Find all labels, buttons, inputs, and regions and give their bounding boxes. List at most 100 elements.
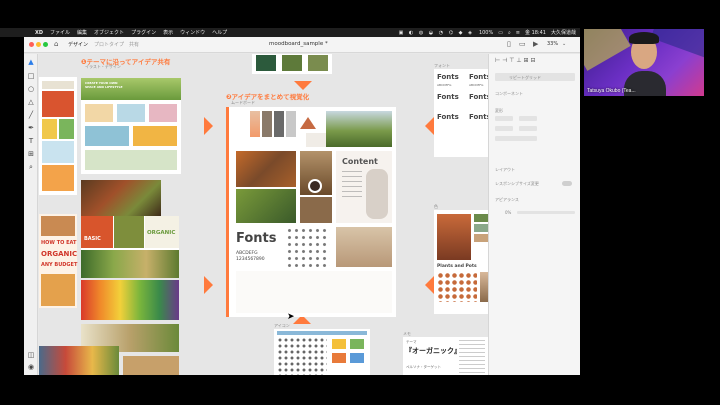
line-tool-icon[interactable]: ╱ bbox=[27, 111, 35, 119]
image-block bbox=[42, 165, 74, 191]
color-swatch bbox=[286, 111, 296, 137]
icon-sample bbox=[332, 339, 346, 349]
battery-level: 100% bbox=[478, 29, 494, 36]
zoom-tool-icon[interactable]: ⌕ bbox=[27, 163, 35, 171]
assets-icon[interactable]: ◉ bbox=[27, 363, 35, 371]
zoom-chevron-icon[interactable]: ⌄ bbox=[562, 41, 566, 47]
height-field[interactable] bbox=[519, 116, 537, 121]
artboard-logos[interactable] bbox=[252, 54, 332, 74]
responsive-resize-label: レスポンシブサイズ変更 bbox=[495, 181, 539, 186]
play-icon[interactable]: ▶ bbox=[533, 40, 538, 48]
slogan-text: CREATE YOUR OWN SPACE AND LIFESTYLE bbox=[85, 81, 123, 89]
content-card: Content bbox=[336, 151, 392, 223]
battery-icon: ▭ bbox=[498, 29, 503, 36]
logo-thumb bbox=[256, 55, 276, 71]
photo-seeds bbox=[300, 197, 332, 223]
fonts-sample: Fonts bbox=[469, 93, 488, 101]
rectangle-tool-icon[interactable]: □ bbox=[27, 72, 35, 80]
menu-edit[interactable]: 編集 bbox=[77, 29, 87, 36]
menu-app-name[interactable]: XD bbox=[35, 30, 43, 36]
document-title[interactable]: moodboard_sample * bbox=[269, 41, 328, 47]
photo-rainbow-vegetables[interactable] bbox=[81, 280, 179, 320]
menu-file[interactable]: ファイル bbox=[50, 29, 70, 36]
fonts-sub: ABCDEFG bbox=[437, 83, 452, 87]
photo-vegetables[interactable] bbox=[81, 180, 161, 216]
image-block bbox=[85, 126, 129, 146]
select-tool-icon[interactable]: ▲ bbox=[27, 58, 35, 66]
opacity-slider[interactable] bbox=[517, 211, 575, 214]
photo-produce[interactable] bbox=[123, 356, 179, 375]
image-block bbox=[149, 104, 177, 122]
zoom-level[interactable]: 33% bbox=[547, 41, 558, 47]
poster-how-to: HOW TO EAT bbox=[41, 240, 77, 246]
collage-basic: BASIC bbox=[84, 236, 101, 242]
artboard-infographic-1[interactable] bbox=[39, 77, 77, 195]
property-inspector: ⊢ ⊣ ⊤ ⊥ ⊞ ⊟ リピートグリッド コンポーネント 変形 レイアウト レス… bbox=[488, 54, 580, 375]
artboard-collage[interactable]: BASIC ORGANIC bbox=[81, 216, 179, 278]
content-title: Content bbox=[342, 157, 378, 166]
minimize-button[interactable] bbox=[36, 42, 41, 47]
photo-texture bbox=[336, 227, 392, 267]
artboard-tool-icon[interactable]: ⊞ bbox=[27, 150, 35, 158]
poster-organic: ORGANIC bbox=[41, 250, 78, 258]
opacity-value[interactable]: 0% bbox=[505, 210, 511, 215]
zoom-button[interactable] bbox=[43, 42, 48, 47]
pen-tool-icon[interactable]: ✒ bbox=[27, 124, 35, 132]
menu-object[interactable]: オブジェクト bbox=[94, 29, 124, 36]
responsive-resize-toggle[interactable] bbox=[562, 181, 572, 186]
polygon-tool-icon[interactable]: △ bbox=[27, 98, 35, 106]
artboard-moodboard[interactable]: Content Fonts ABCDEFG 1234567890 bbox=[226, 107, 396, 317]
fonts-sample: Fonts bbox=[437, 113, 459, 121]
photo-plant bbox=[437, 214, 471, 260]
desktop-preview-icon[interactable]: ▭ bbox=[519, 40, 526, 48]
photo-basket[interactable] bbox=[39, 346, 119, 375]
design-canvas[interactable]: イラスト・デザイン ❶テーマに沿ってアイデア共有 CREATE YOUR OWN… bbox=[39, 54, 488, 375]
mobile-preview-icon[interactable]: ▯ bbox=[507, 40, 511, 48]
rotation-field[interactable] bbox=[495, 136, 537, 141]
tab-prototype[interactable]: プロトタイプ bbox=[94, 41, 124, 48]
ellipse-tool-icon[interactable]: ○ bbox=[27, 85, 35, 93]
artboard-infographic-2[interactable]: CREATE YOUR OWN SPACE AND LIFESTYLE bbox=[81, 78, 181, 174]
color-swatch bbox=[274, 111, 284, 137]
x-field[interactable] bbox=[495, 126, 513, 131]
align-icons[interactable]: ⊢ ⊣ ⊤ ⊥ ⊞ ⊟ bbox=[495, 57, 536, 64]
color-board-title: Plants and Pots bbox=[437, 264, 477, 269]
menu-view[interactable]: 表示 bbox=[163, 29, 173, 36]
arrow-left bbox=[425, 117, 434, 135]
artboard-color[interactable]: Plants and Pots bbox=[434, 210, 488, 314]
home-icon[interactable]: ⌂ bbox=[54, 40, 58, 48]
layers-icon[interactable]: ◫ bbox=[27, 351, 35, 359]
menu-window[interactable]: ウィンドウ bbox=[180, 29, 205, 36]
fonts-sub: ABCDEFG bbox=[469, 83, 484, 87]
artboard-icons[interactable] bbox=[274, 329, 370, 375]
close-button[interactable] bbox=[29, 42, 34, 47]
artboard-poster[interactable]: HOW TO EAT ORGANIC ANY BUDGET bbox=[39, 214, 77, 308]
width-field[interactable] bbox=[495, 116, 513, 121]
moodboard-fonts-title: Fonts bbox=[236, 231, 277, 246]
tab-share[interactable]: 共有 bbox=[129, 41, 139, 48]
image-block bbox=[81, 250, 179, 278]
y-field[interactable] bbox=[519, 126, 537, 131]
clock: 金 18:41 bbox=[524, 30, 546, 36]
image-block bbox=[41, 274, 75, 306]
transform-label: 変形 bbox=[495, 108, 503, 113]
logo-thumb bbox=[308, 55, 328, 71]
tab-design[interactable]: デザイン bbox=[68, 41, 88, 48]
menu-plugins[interactable]: プラグイン bbox=[131, 29, 156, 36]
search-icon[interactable]: ⌕ bbox=[508, 30, 511, 36]
content-text-lines bbox=[342, 171, 362, 197]
logo-thumb bbox=[282, 55, 302, 71]
text-tool-icon[interactable]: T bbox=[27, 137, 35, 145]
image-block bbox=[42, 119, 57, 139]
artboard-fonts[interactable]: Fonts Fonts Fonts Fonts Fonts Fonts ABCD… bbox=[434, 69, 488, 157]
menu-help[interactable]: ヘルプ bbox=[212, 29, 227, 36]
heading-visualize: ❷アイデアをまとめて視覚化 bbox=[226, 93, 310, 101]
photo-pots bbox=[480, 272, 488, 302]
image-block bbox=[41, 216, 75, 236]
user-name[interactable]: 大久保道哉 bbox=[551, 29, 576, 36]
artboard-memo[interactable]: テーマ 『オーガニック』 ペルソナ・ターゲット bbox=[403, 337, 488, 375]
memo-text-lines bbox=[459, 340, 485, 374]
photo-farm-field bbox=[326, 111, 392, 147]
color-swatch bbox=[250, 111, 260, 137]
control-center-icon[interactable]: ≡ bbox=[516, 30, 520, 36]
